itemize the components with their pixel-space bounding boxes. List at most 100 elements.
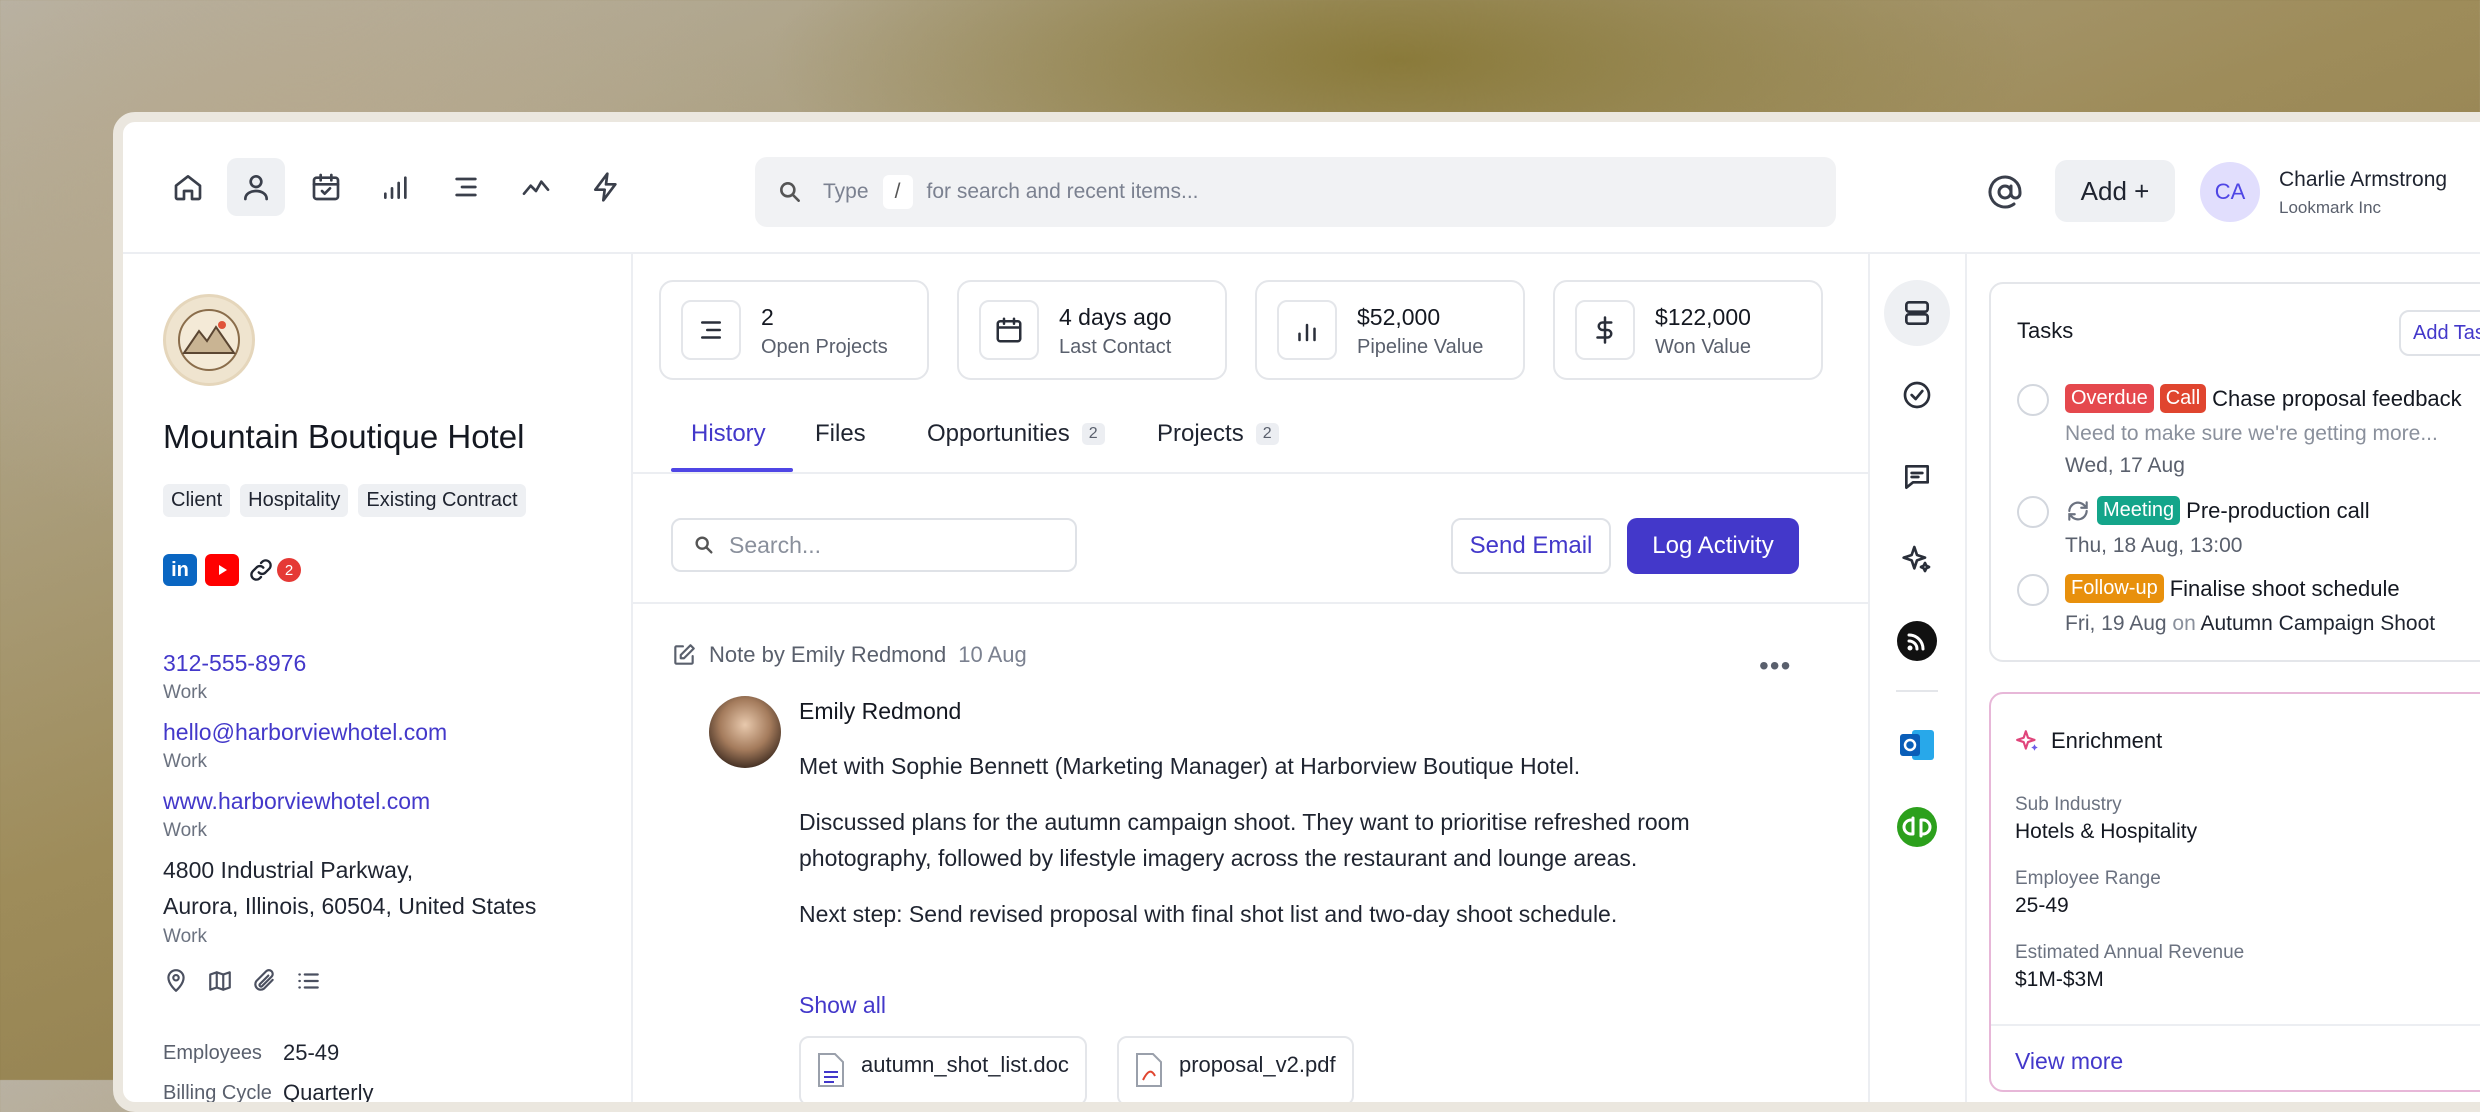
- stat-last-contact[interactable]: 4 days ago Last Contact: [957, 280, 1227, 380]
- global-search-bar[interactable]: Type / for search and recent items...: [755, 157, 1836, 227]
- social-links: in 2: [163, 554, 301, 586]
- dollar-icon: [1575, 300, 1635, 360]
- tab-projects[interactable]: Projects 2: [1157, 420, 1279, 448]
- user-name[interactable]: Charlie Armstrong: [2279, 168, 2447, 192]
- stack-icon[interactable]: [1884, 280, 1950, 346]
- email-link[interactable]: hello@harborviewhotel.com: [163, 719, 447, 746]
- mentions-at-icon[interactable]: [1977, 164, 2033, 220]
- note-header: Note by Emily Redmond 10 Aug: [671, 642, 1027, 668]
- view-more-link[interactable]: View more: [2015, 1048, 2123, 1075]
- avatar[interactable]: CA: [2200, 162, 2260, 222]
- stat-label: Pipeline Value: [1357, 336, 1484, 358]
- feed-icon[interactable]: [1884, 608, 1950, 674]
- task-project-link[interactable]: Autumn Campaign Shoot: [2200, 612, 2435, 635]
- search-hint: for search and recent items...: [926, 180, 1199, 203]
- stat-won-value[interactable]: $122,000 Won Value: [1553, 280, 1823, 380]
- add-button[interactable]: Add +: [2055, 160, 2175, 222]
- employees-label: Employees: [163, 1042, 262, 1064]
- revenue-label: Estimated Annual Revenue: [2015, 942, 2245, 963]
- file-attachment[interactable]: autumn_shot_list.doc: [799, 1036, 1087, 1102]
- phone-link[interactable]: 312-555-8976: [163, 650, 306, 677]
- tag[interactable]: Client: [163, 484, 231, 517]
- sub-industry-value: Hotels & Hospitality: [2015, 820, 2198, 843]
- employee-range-value: 25-49: [2015, 894, 2069, 917]
- chat-icon[interactable]: [1884, 444, 1950, 510]
- signal-bars-icon[interactable]: [367, 158, 425, 216]
- tab-label: Files: [815, 420, 866, 447]
- youtube-icon[interactable]: [205, 554, 239, 586]
- company-tags: Client Hospitality Existing Contract: [163, 484, 526, 517]
- active-tab-indicator: [671, 468, 793, 472]
- sub-industry-label: Sub Industry: [2015, 794, 2122, 815]
- tab-count: 2: [1081, 423, 1105, 445]
- address-actions: [163, 968, 321, 999]
- note-date: 10 Aug: [958, 642, 1027, 667]
- stat-open-projects[interactable]: 2 Open Projects: [659, 280, 929, 380]
- top-bar: Type / for search and recent items... Ad…: [123, 122, 2480, 254]
- pdf-file-icon: [1135, 1052, 1163, 1094]
- note-edit-icon: [671, 642, 697, 668]
- divider: [1896, 690, 1938, 692]
- task-title-line: Overdue Call Chase proposal feedback: [2065, 384, 2462, 413]
- task-date-line: Fri, 19 Aug on Autumn Campaign Shoot: [2065, 612, 2435, 636]
- task-checkbox[interactable]: [2017, 574, 2049, 606]
- main-content: 2 Open Projects 4 days ago Last Contact …: [631, 252, 1868, 1102]
- paperclip-icon[interactable]: [251, 968, 277, 999]
- stat-label: Last Contact: [1059, 336, 1172, 358]
- billing-cycle-value: Quarterly: [283, 1080, 374, 1105]
- more-options-icon[interactable]: •••: [1759, 650, 1791, 682]
- calendar-check-icon[interactable]: [297, 158, 355, 216]
- task-title: Pre-production call: [2186, 497, 2370, 523]
- note-author-label: Note by Emily Redmond: [709, 642, 947, 667]
- check-circle-icon[interactable]: [1884, 362, 1950, 428]
- note-paragraph: Discussed plans for the autumn campaign …: [799, 809, 1690, 871]
- person-icon[interactable]: [227, 158, 285, 216]
- integrations-strip: [1868, 252, 1967, 1102]
- website-link[interactable]: www.harborviewhotel.com: [163, 788, 430, 815]
- tab-label: Opportunities: [927, 420, 1070, 447]
- home-icon[interactable]: [159, 158, 217, 216]
- tag[interactable]: Existing Contract: [358, 484, 526, 517]
- outlook-icon[interactable]: [1884, 712, 1950, 778]
- search-type-label: Type: [823, 180, 869, 203]
- tab-history[interactable]: History: [691, 420, 766, 448]
- list-details-icon[interactable]: [295, 968, 321, 999]
- address-line-2: Aurora, Illinois, 60504, United States: [163, 893, 537, 919]
- sparkles-icon[interactable]: [1884, 526, 1950, 592]
- tag[interactable]: Hospitality: [240, 484, 349, 517]
- tasks-title: Tasks: [2017, 318, 2074, 343]
- tab-opportunities[interactable]: Opportunities 2: [927, 420, 1105, 448]
- tab-files[interactable]: Files: [815, 420, 866, 448]
- show-all-link[interactable]: Show all: [799, 992, 886, 1019]
- add-task-button[interactable]: Add Task: [2399, 310, 2480, 356]
- log-activity-button[interactable]: Log Activity: [1627, 518, 1799, 574]
- quickbooks-icon[interactable]: [1884, 794, 1950, 860]
- stat-value: 4 days ago: [1059, 304, 1172, 330]
- record-tabs: History Files Opportunities 2 Projects 2: [631, 402, 1868, 474]
- map-icon[interactable]: [207, 968, 233, 999]
- lines-icon: [681, 300, 741, 360]
- task-title-line: Follow-up Finalise shoot schedule: [2065, 574, 2400, 603]
- search-icon: [777, 179, 803, 205]
- tab-label: History: [691, 420, 766, 447]
- task-checkbox[interactable]: [2017, 496, 2049, 528]
- file-attachment[interactable]: proposal_v2.pdf: [1117, 1036, 1354, 1102]
- history-search-input[interactable]: Search...: [671, 518, 1077, 572]
- send-email-button[interactable]: Send Email: [1451, 518, 1611, 574]
- lightning-icon[interactable]: [577, 158, 635, 216]
- address-type: Work: [163, 926, 207, 947]
- task-on-label: on: [2172, 612, 2196, 635]
- trend-line-icon[interactable]: [507, 158, 565, 216]
- billing-cycle-label: Billing Cycle: [163, 1082, 272, 1104]
- task-title: Finalise shoot schedule: [2169, 575, 2400, 601]
- linkedin-icon[interactable]: in: [163, 554, 197, 586]
- map-pin-icon[interactable]: [163, 968, 189, 999]
- link-icon[interactable]: [247, 556, 275, 584]
- type-badge: Meeting: [2097, 496, 2181, 525]
- stat-value: $52,000: [1357, 304, 1441, 330]
- list-icon[interactable]: [437, 158, 495, 216]
- enrichment-header: Enrichment: [2015, 728, 2162, 754]
- user-organization: Lookmark Inc: [2279, 198, 2382, 217]
- task-checkbox[interactable]: [2017, 384, 2049, 416]
- stat-pipeline-value[interactable]: $52,000 Pipeline Value: [1255, 280, 1525, 380]
